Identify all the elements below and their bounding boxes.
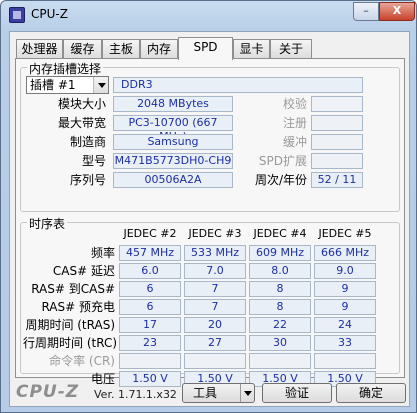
timing-value-cell: 533 MHz bbox=[184, 245, 246, 261]
client-area: 处理器 缓存 主板 内存 SPD 显卡 关于 内存插槽选择 插槽 #1 DDR3… bbox=[9, 31, 410, 407]
timing-row-label: RAS# 到CAS# bbox=[31, 282, 115, 296]
timing-value-cell bbox=[249, 353, 311, 369]
module-size-label: 模块大小 bbox=[57, 97, 106, 111]
chevron-down-icon[interactable] bbox=[240, 384, 254, 402]
slot-group-title: 内存插槽选择 bbox=[27, 60, 104, 77]
serial-label: 序列号 bbox=[69, 173, 106, 187]
slot-select-value: 插槽 #1 bbox=[30, 78, 76, 92]
registered-value bbox=[311, 115, 363, 131]
part-number-value: M471B5773DH0-CH9 bbox=[113, 153, 233, 169]
max-bandwidth-value: PC3-10700 (667 MHz) bbox=[113, 115, 233, 143]
tab-mainboard[interactable]: 主板 bbox=[102, 39, 140, 59]
column-header: JEDEC #4 bbox=[253, 227, 307, 240]
timing-value-cell bbox=[184, 353, 246, 369]
tab-caches[interactable]: 缓存 bbox=[63, 39, 102, 59]
timing-value-cell: 33 bbox=[314, 335, 376, 351]
window-title: CPU-Z bbox=[31, 7, 68, 21]
title-bar[interactable]: CPU-Z – X bbox=[1, 1, 416, 29]
timing-value-cell: 8.0 bbox=[249, 263, 311, 279]
timing-value-cell: 22 bbox=[249, 317, 311, 333]
timing-row-label: CAS# 延迟 bbox=[52, 264, 115, 278]
tab-spd[interactable]: SPD bbox=[178, 37, 233, 60]
checksum-label: 校验 bbox=[282, 97, 307, 111]
timing-value-cell: 6 bbox=[119, 281, 181, 297]
timing-row-label: RAS# 预充电 bbox=[41, 300, 115, 314]
timing-value-cell: 24 bbox=[314, 317, 376, 333]
registered-label: 注册 bbox=[282, 116, 307, 130]
timing-value-cell bbox=[119, 353, 181, 369]
tab-graphics[interactable]: 显卡 bbox=[233, 39, 270, 59]
column-header: JEDEC #2 bbox=[123, 227, 177, 240]
timing-value-cell: 9.0 bbox=[314, 263, 376, 279]
column-header: JEDEC #5 bbox=[318, 227, 372, 240]
timing-value-cell: 30 bbox=[249, 335, 311, 351]
cpuz-logo: CPU-Z bbox=[16, 382, 80, 402]
manufacturer-label: 制造商 bbox=[69, 135, 106, 149]
timing-value-cell: 457 MHz bbox=[119, 245, 181, 261]
slot-select[interactable]: 插槽 #1 bbox=[26, 76, 109, 94]
timing-value-cell: 27 bbox=[184, 335, 246, 351]
spd-panel: 内存插槽选择 插槽 #1 DDR3 模块大小 2048 MBytes 校验 最大… bbox=[15, 58, 405, 387]
buffered-label: 缓冲 bbox=[282, 135, 307, 149]
tab-memory[interactable]: 内存 bbox=[140, 39, 178, 59]
column-header: JEDEC #3 bbox=[188, 227, 242, 240]
timing-value-cell: 17 bbox=[119, 317, 181, 333]
tools-button-label: 工具 bbox=[193, 386, 218, 400]
manufacturer-value: Samsung bbox=[113, 134, 233, 150]
timing-row-label: 周期时间 (tRAS) bbox=[25, 318, 115, 332]
max-bandwidth-label: 最大带宽 bbox=[57, 116, 106, 130]
validate-button[interactable]: 验证 bbox=[262, 383, 332, 403]
timing-value-cell: 9 bbox=[314, 299, 376, 315]
timing-value-cell bbox=[314, 353, 376, 369]
timing-value-cell: 609 MHz bbox=[249, 245, 311, 261]
timings-group: 时序表 JEDEC #2 JEDEC #3 JEDEC #4 JEDEC #5 … bbox=[20, 215, 400, 387]
memory-type-field: DDR3 bbox=[113, 77, 363, 93]
timing-value-cell: 7.0 bbox=[184, 263, 246, 279]
timing-value-cell: 8 bbox=[249, 299, 311, 315]
tab-about[interactable]: 关于 bbox=[270, 39, 312, 59]
part-number-label: 型号 bbox=[81, 154, 106, 168]
timing-value-cell: 23 bbox=[119, 335, 181, 351]
tab-cpu[interactable]: 处理器 bbox=[16, 39, 63, 59]
week-year-label: 周次/年份 bbox=[254, 173, 307, 187]
module-size-value: 2048 MBytes bbox=[113, 96, 233, 112]
timing-value-cell: 6 bbox=[119, 299, 181, 315]
timing-value-cell: 6.0 bbox=[119, 263, 181, 279]
timing-value-cell: 666 MHz bbox=[314, 245, 376, 261]
minimize-button[interactable]: – bbox=[353, 2, 379, 21]
slot-selection-group: 内存插槽选择 插槽 #1 DDR3 模块大小 2048 MBytes 校验 最大… bbox=[20, 60, 400, 212]
spd-ext-value bbox=[311, 153, 363, 169]
timing-row-label: 频率 bbox=[90, 246, 115, 260]
checksum-value bbox=[311, 96, 363, 112]
timing-value-cell: 9 bbox=[314, 281, 376, 297]
version-text: Ver. 1.71.1.x32 bbox=[94, 388, 177, 401]
bottom-bar: CPU-Z Ver. 1.71.1.x32 工具 验证 确定 bbox=[10, 380, 409, 406]
spd-ext-label: SPD扩展 bbox=[258, 154, 307, 168]
timing-value-cell: 7 bbox=[184, 281, 246, 297]
chevron-down-icon bbox=[93, 77, 108, 93]
timing-row-label: 命令率 (CR) bbox=[49, 354, 115, 368]
close-button[interactable]: X bbox=[379, 2, 415, 21]
cpuz-window: CPU-Z – X 处理器 缓存 主板 内存 SPD 显卡 关于 内存插槽选择 … bbox=[0, 0, 417, 413]
week-year-value: 52 / 11 bbox=[311, 172, 363, 188]
buffered-value bbox=[311, 134, 363, 150]
timing-value-cell: 8 bbox=[249, 281, 311, 297]
timing-row-label: 行周期时间 (tRC) bbox=[23, 336, 118, 350]
timing-value-cell: 7 bbox=[184, 299, 246, 315]
serial-value: 00506A2A bbox=[113, 172, 233, 188]
ok-button[interactable]: 确定 bbox=[336, 383, 406, 403]
timings-group-title: 时序表 bbox=[27, 215, 68, 232]
cpuz-app-icon bbox=[9, 7, 25, 23]
tools-button[interactable]: 工具 bbox=[182, 383, 255, 403]
timing-value-cell: 20 bbox=[184, 317, 246, 333]
